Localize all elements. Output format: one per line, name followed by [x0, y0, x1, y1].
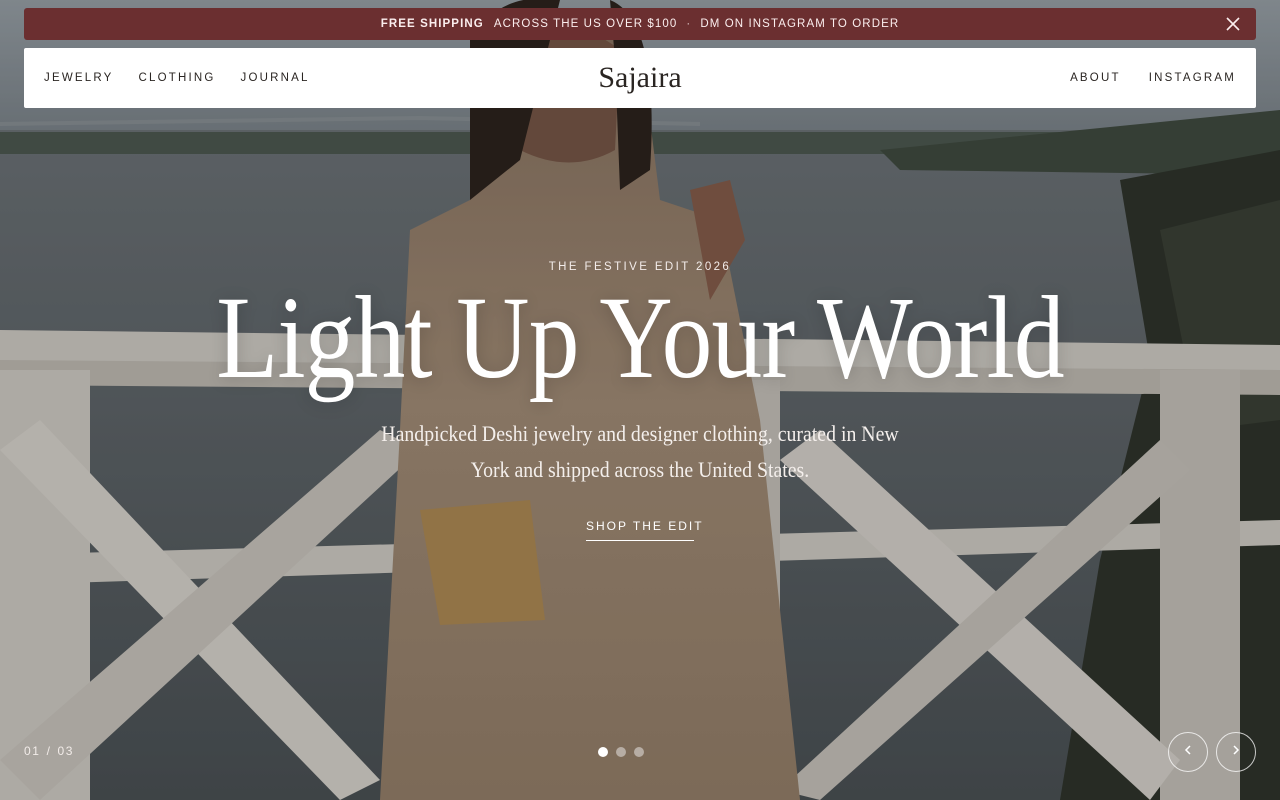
announcement-order-text: DM on Instagram to order [700, 18, 900, 30]
main-nav: Jewelry Clothing Journal Sajaira About I… [24, 48, 1256, 108]
prev-slide-button[interactable] [1168, 732, 1208, 772]
next-slide-button[interactable] [1216, 732, 1256, 772]
slide-current: 01 [24, 744, 41, 758]
slide-dot-1[interactable] [598, 747, 608, 757]
announcement-bar: Free Shipping Across the US over $100 · … [24, 8, 1256, 40]
hero-headline: Light Up Your World [216, 272, 1064, 403]
chevron-left-icon [1182, 743, 1194, 761]
slide-dots [598, 747, 644, 757]
slide-total: 03 [57, 744, 75, 758]
nav-link-clothing[interactable]: Clothing [139, 72, 216, 84]
nav-link-instagram[interactable]: Instagram [1149, 72, 1236, 84]
announcement-separator: · [686, 18, 692, 30]
slide-dot-2[interactable] [616, 747, 626, 757]
slide-counter: 01 / 03 [24, 744, 74, 758]
hero-subline: Handpicked Deshi jewelry and designer cl… [381, 421, 899, 482]
nav-link-jewelry[interactable]: Jewelry [44, 72, 114, 84]
announcement-bold: Free Shipping [380, 18, 484, 30]
slide-separator: / [46, 744, 52, 758]
nav-left: Jewelry Clothing Journal [44, 48, 335, 108]
nav-link-about[interactable]: About [1070, 72, 1121, 84]
announcement-text: Across the US over $100 [493, 18, 678, 30]
nav-right: About Instagram [1042, 48, 1236, 108]
close-icon[interactable] [1224, 15, 1242, 33]
chevron-right-icon [1230, 743, 1242, 761]
slide-dot-3[interactable] [634, 747, 644, 757]
brand-logo[interactable]: Sajaira [540, 48, 740, 108]
shop-the-edit-button[interactable]: Shop the Edit [586, 518, 702, 541]
nav-link-journal[interactable]: Journal [241, 72, 310, 84]
